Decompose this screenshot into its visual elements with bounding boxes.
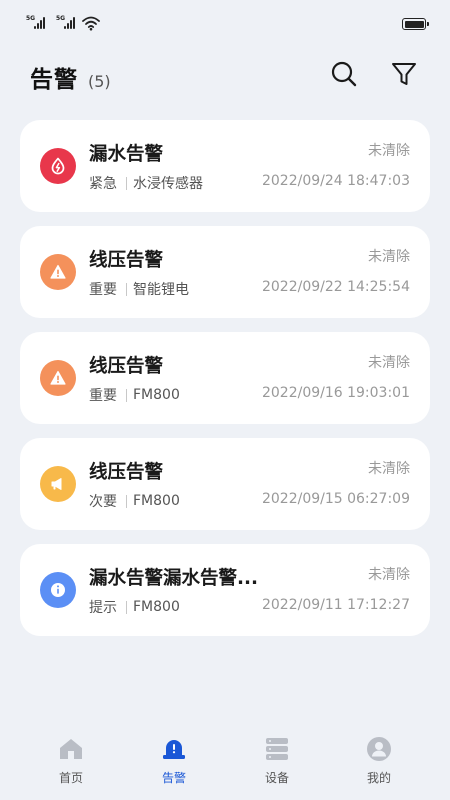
alarm-count: (5) <box>88 72 111 91</box>
filter-button[interactable] <box>388 58 420 90</box>
alarm-level: 次要 <box>89 494 117 510</box>
alarm-status: 未清除 <box>368 461 410 477</box>
home-icon <box>56 734 86 764</box>
alarm-title: 线压告警 <box>89 462 164 483</box>
alarm-level: 紧急 <box>89 176 117 192</box>
warning-triangle-icon <box>40 254 76 290</box>
warning-triangle-icon <box>40 360 76 396</box>
alarm-time: 2022/09/16 19:03:01 <box>261 385 410 401</box>
alarm-source: FM800 <box>133 599 180 615</box>
nav-label-alarm: 告警 <box>161 771 186 785</box>
nav-tab-home[interactable]: 首页 <box>31 734 111 792</box>
battery-icon <box>402 18 429 30</box>
divider <box>126 176 127 190</box>
alarm-card[interactable]: 线压告警 重要 智能锂电 未清除 2022/09/22 14:25:54 <box>20 226 430 318</box>
status-bar: 5G 5G <box>0 0 450 48</box>
page-title: 告警 <box>30 67 78 93</box>
alarm-card[interactable]: 线压告警 重要 FM800 未清除 2022/09/16 19:03:01 <box>20 332 430 424</box>
alarm-time: 2022/09/24 18:47:03 <box>261 173 410 189</box>
alarm-status: 未清除 <box>368 567 410 583</box>
divider <box>126 494 127 508</box>
alarm-bell-icon <box>159 734 189 764</box>
alarm-meta: 重要 FM800 <box>89 385 180 405</box>
nav-label-device: 设备 <box>264 771 289 785</box>
alarm-level: 重要 <box>89 282 117 298</box>
nav-label-home: 首页 <box>58 771 83 785</box>
alarm-card[interactable]: 漏水告警漏水告警... 提示 FM800 未清除 2022/09/11 17:1… <box>20 544 430 636</box>
divider <box>126 388 127 402</box>
alarm-status: 未清除 <box>368 143 410 159</box>
alarm-level: 提示 <box>89 600 117 616</box>
alarm-source: 智能锂电 <box>133 282 189 298</box>
alarm-level: 重要 <box>89 388 117 404</box>
nav-tab-alarm[interactable]: 告警 <box>134 734 214 792</box>
alarm-title: 漏水告警 <box>89 144 164 165</box>
nav-tab-mine[interactable]: 我的 <box>339 734 419 792</box>
device-server-icon <box>262 734 292 764</box>
alarm-meta: 重要 智能锂电 <box>89 279 189 299</box>
alarm-status: 未清除 <box>368 249 410 265</box>
alarm-source: 水浸传感器 <box>133 176 203 192</box>
nav-tab-device[interactable]: 设备 <box>237 734 317 792</box>
info-icon <box>40 572 76 608</box>
page-header: 告警 (5) <box>30 60 111 93</box>
alarm-source: FM800 <box>133 493 180 509</box>
alarm-time: 2022/09/15 06:27:09 <box>261 491 410 507</box>
user-avatar-icon <box>364 734 394 764</box>
alarm-time: 2022/09/11 17:12:27 <box>261 597 410 613</box>
bottom-nav: 首页 告警 设备 我的 <box>0 726 450 800</box>
alarm-title: 线压告警 <box>89 250 164 271</box>
nav-label-mine: 我的 <box>366 771 391 785</box>
divider <box>126 282 127 296</box>
divider <box>126 600 127 614</box>
alarm-time: 2022/09/22 14:25:54 <box>261 279 410 295</box>
alarm-meta: 提示 FM800 <box>89 597 180 617</box>
alarm-card[interactable]: 漏水告警 紧急 水浸传感器 未清除 2022/09/24 18:47:03 <box>20 120 430 212</box>
wifi-icon <box>82 16 100 31</box>
alarm-status: 未清除 <box>368 355 410 371</box>
search-icon <box>331 61 357 87</box>
alarm-meta: 紧急 水浸传感器 <box>89 173 203 193</box>
filter-icon <box>392 63 416 85</box>
search-button[interactable] <box>328 58 360 90</box>
alarm-title: 漏水告警漏水告警... <box>89 568 259 589</box>
alarm-card[interactable]: 线压告警 次要 FM800 未清除 2022/09/15 06:27:09 <box>20 438 430 530</box>
alarm-source: FM800 <box>133 387 180 403</box>
megaphone-icon <box>40 466 76 502</box>
alarm-meta: 次要 FM800 <box>89 491 180 511</box>
alarm-title: 线压告警 <box>89 356 164 377</box>
water-leak-icon <box>40 148 76 184</box>
